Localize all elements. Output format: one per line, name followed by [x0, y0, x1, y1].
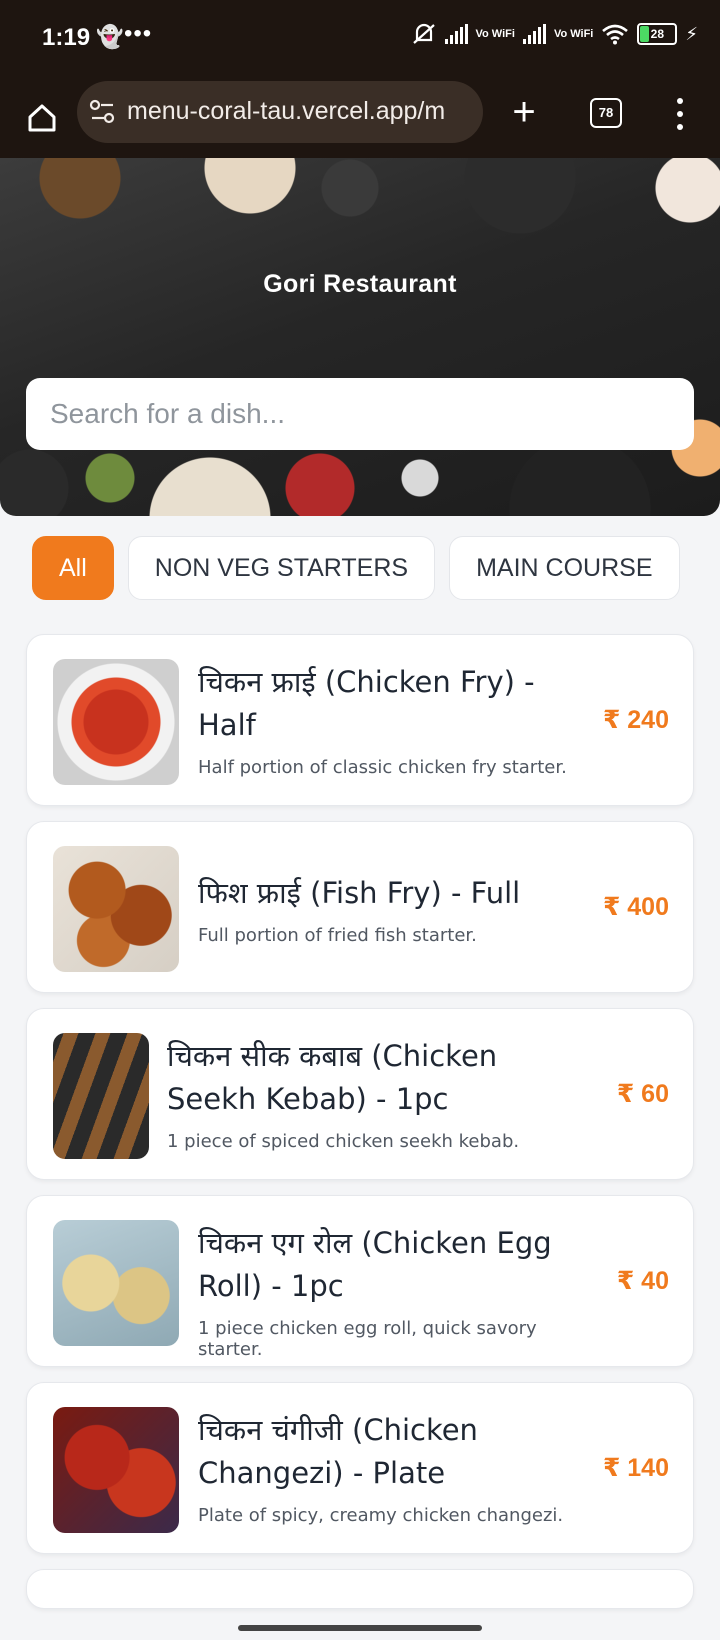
menu-list: चिकन फ्राई (Chicken Fry) - Half Half por… — [26, 634, 694, 1609]
dish-search-input[interactable] — [26, 378, 694, 450]
gesture-bar[interactable] — [238, 1625, 482, 1631]
home-icon — [28, 104, 56, 132]
dish-info: चिकन चंगीजी (Chicken Changezi) - Plate P… — [198, 1409, 573, 1526]
dish-name: चिकन चंगीजी (Chicken Changezi) - Plate — [198, 1413, 478, 1490]
signal-2-icon — [522, 24, 546, 44]
tab-switcher-button[interactable]: 78 — [590, 98, 622, 128]
dish-image — [53, 1220, 179, 1346]
dish-name: फिश फ्राई (Fish Fry) - Full — [198, 876, 521, 910]
dish-description: 1 piece chicken egg roll, quick savory s… — [198, 1318, 537, 1360]
dish-name: चिकन सीक कबाब (Chicken Seekh Kebab) - 1p… — [167, 1039, 498, 1116]
dish-name: चिकन एग रोल (Chicken Egg Roll) - 1pc — [198, 1226, 552, 1303]
category-all[interactable]: All — [32, 536, 114, 600]
url-text: menu-coral-tau.vercel.app/m — [127, 97, 446, 125]
vowifi-2-icon: Vo WiFi — [553, 27, 594, 40]
status-icons: Vo WiFi Vo WiFi 28 ⚡ — [411, 22, 698, 46]
menu-item-card[interactable]: चिकन फ्राई (Chicken Fry) - Half Half por… — [26, 634, 694, 806]
new-tab-button[interactable]: + — [500, 90, 548, 138]
dish-price: ₹ 240 — [602, 706, 669, 734]
dish-info: चिकन एग रोल (Chicken Egg Roll) - 1pc 1 p… — [198, 1222, 573, 1360]
dish-name: चिकन फ्राई (Chicken Fry) - Half — [198, 665, 535, 742]
dish-description: 1 piece of spiced chicken seekh kebab. — [167, 1131, 520, 1152]
category-main-course[interactable]: MAIN COURSE — [449, 536, 680, 600]
menu-item-card[interactable]: चिकन सीक कबाब (Chicken Seekh Kebab) - 1p… — [26, 1008, 694, 1180]
dish-price: ₹ 140 — [602, 1454, 669, 1482]
menu-item-card[interactable]: चिकन एग रोल (Chicken Egg Roll) - 1pc 1 p… — [26, 1195, 694, 1367]
dish-image — [53, 1407, 179, 1533]
category-non-veg-starters[interactable]: NON VEG STARTERS — [127, 536, 436, 600]
menu-item-card[interactable]: फिश फ्राई (Fish Fry) - Full Full portion… — [26, 821, 694, 993]
browser-toolbar: menu-coral-tau.vercel.app/m + 78 — [0, 78, 720, 158]
dish-description: Full portion of fried fish starter. — [198, 925, 477, 946]
site-settings-icon[interactable] — [89, 99, 117, 125]
category-tabs: All NON VEG STARTERS MAIN COURSE — [32, 536, 680, 600]
more-notifications-icon: ••• — [124, 20, 153, 47]
dish-info: चिकन सीक कबाब (Chicken Seekh Kebab) - 1p… — [167, 1035, 573, 1152]
dish-info: चिकन फ्राई (Chicken Fry) - Half Half por… — [198, 661, 573, 778]
browser-menu-button[interactable] — [668, 94, 692, 134]
mute-vibrate-icon — [412, 23, 435, 44]
vowifi-1-icon: Vo WiFi — [475, 27, 515, 40]
hero-banner: Gori Restaurant — [0, 158, 720, 516]
status-bar: 1:19 👻 ••• Vo WiFi Vo WiFi 28 ⚡ — [0, 0, 720, 78]
dish-image — [53, 1033, 149, 1159]
restaurant-title: Gori Restaurant — [263, 270, 457, 298]
dish-price: ₹ 60 — [616, 1080, 669, 1108]
dish-info: फिश फ्राई (Fish Fry) - Full Full portion… — [198, 872, 573, 946]
dish-image — [53, 846, 179, 972]
signal-1-icon — [444, 24, 468, 44]
dish-price: ₹ 400 — [602, 893, 669, 921]
battery-level: 28 — [650, 27, 665, 41]
dish-description: Half portion of classic chicken fry star… — [198, 757, 567, 778]
status-time: 1:19 — [42, 24, 91, 51]
home-button[interactable] — [18, 94, 66, 142]
battery-icon: 28 — [637, 23, 678, 45]
dish-description: Plate of spicy, creamy chicken changezi. — [198, 1505, 564, 1526]
dish-price: ₹ 40 — [616, 1267, 669, 1295]
menu-item-card[interactable]: चिकन चंगीजी (Chicken Changezi) - Plate P… — [26, 1382, 694, 1554]
menu-item-card-partial[interactable] — [26, 1569, 694, 1609]
dish-image — [53, 659, 179, 785]
charging-icon: ⚡ — [685, 23, 698, 44]
snapchat-icon: 👻 — [96, 24, 124, 49]
wifi-icon — [602, 24, 629, 45]
address-bar[interactable]: menu-coral-tau.vercel.app/m — [77, 81, 483, 143]
